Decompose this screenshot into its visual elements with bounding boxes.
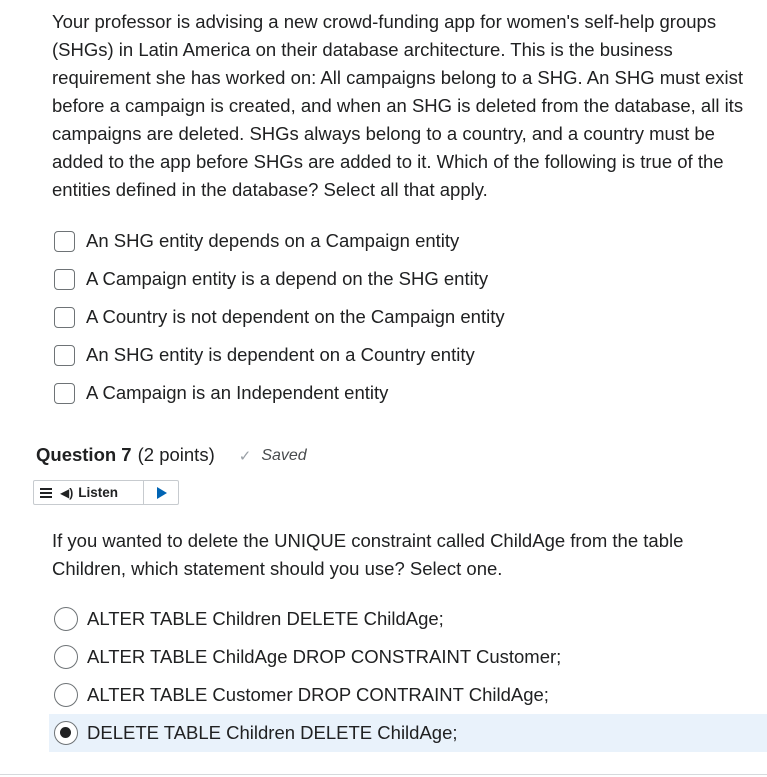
- question-6-options: An SHG entity depends on a Campaign enti…: [54, 222, 767, 412]
- saved-status: ✓ Saved: [239, 447, 307, 465]
- option-label: ALTER TABLE Customer DROP CONTRAINT Chil…: [87, 684, 549, 705]
- question-7-header: Question 7 (2 points) ✓ Saved: [36, 444, 307, 466]
- checkmark-icon: ✓: [238, 448, 252, 465]
- question-points: (2 points): [137, 444, 215, 465]
- option-label: A Campaign entity is a depend on the SHG…: [86, 268, 489, 289]
- question-title: Question 7: [36, 444, 132, 465]
- option-label: DELETE TABLE Children DELETE ChildAge;: [87, 722, 458, 743]
- checkbox[interactable]: [54, 344, 75, 366]
- radio-option[interactable]: ALTER TABLE Customer DROP CONTRAINT Chil…: [54, 676, 767, 714]
- divider: [0, 774, 767, 775]
- question-7-prompt: If you wanted to delete the UNIQUE const…: [52, 530, 684, 579]
- radio-button[interactable]: [54, 607, 78, 631]
- question-6-prompt: Your professor is advising a new crowd-f…: [52, 11, 744, 200]
- checkbox-option[interactable]: An SHG entity is dependent on a Country …: [54, 336, 767, 374]
- radio-button[interactable]: [54, 645, 78, 669]
- radio-option[interactable]: ALTER TABLE Children DELETE ChildAge;: [54, 600, 767, 638]
- option-label: A Country is not dependent on the Campai…: [86, 306, 505, 327]
- option-label: ALTER TABLE Children DELETE ChildAge;: [87, 608, 444, 629]
- saved-label: Saved: [261, 447, 307, 464]
- option-label: A Campaign is an Independent entity: [86, 382, 389, 403]
- checkbox[interactable]: [54, 306, 75, 328]
- play-button[interactable]: [144, 481, 178, 504]
- option-label: An SHG entity is dependent on a Country …: [86, 344, 475, 365]
- radio-option-selected[interactable]: DELETE TABLE Children DELETE ChildAge;: [49, 714, 767, 752]
- checkbox-option[interactable]: A Campaign entity is a depend on the SHG…: [54, 260, 767, 298]
- checkbox[interactable]: [54, 382, 75, 404]
- listen-widget: ◀) Listen: [33, 480, 179, 505]
- speaker-icon: ◀): [60, 485, 74, 500]
- checkbox-option[interactable]: An SHG entity depends on a Campaign enti…: [54, 222, 767, 260]
- radio-button[interactable]: [54, 683, 78, 707]
- listen-button[interactable]: ◀) Listen: [34, 481, 144, 504]
- radio-option[interactable]: ALTER TABLE ChildAge DROP CONSTRAINT Cus…: [54, 638, 767, 676]
- play-icon: [157, 486, 167, 499]
- question-7-options: ALTER TABLE Children DELETE ChildAge; AL…: [49, 600, 767, 752]
- option-label: An SHG entity depends on a Campaign enti…: [86, 230, 460, 251]
- radio-button[interactable]: [54, 721, 78, 745]
- option-label: ALTER TABLE ChildAge DROP CONSTRAINT Cus…: [87, 646, 562, 667]
- checkbox[interactable]: [54, 230, 75, 252]
- menu-icon[interactable]: [40, 487, 52, 498]
- listen-label: Listen: [78, 485, 118, 500]
- checkbox-option[interactable]: A Campaign is an Independent entity: [54, 374, 767, 412]
- checkbox[interactable]: [54, 268, 75, 290]
- checkbox-option[interactable]: A Country is not dependent on the Campai…: [54, 298, 767, 336]
